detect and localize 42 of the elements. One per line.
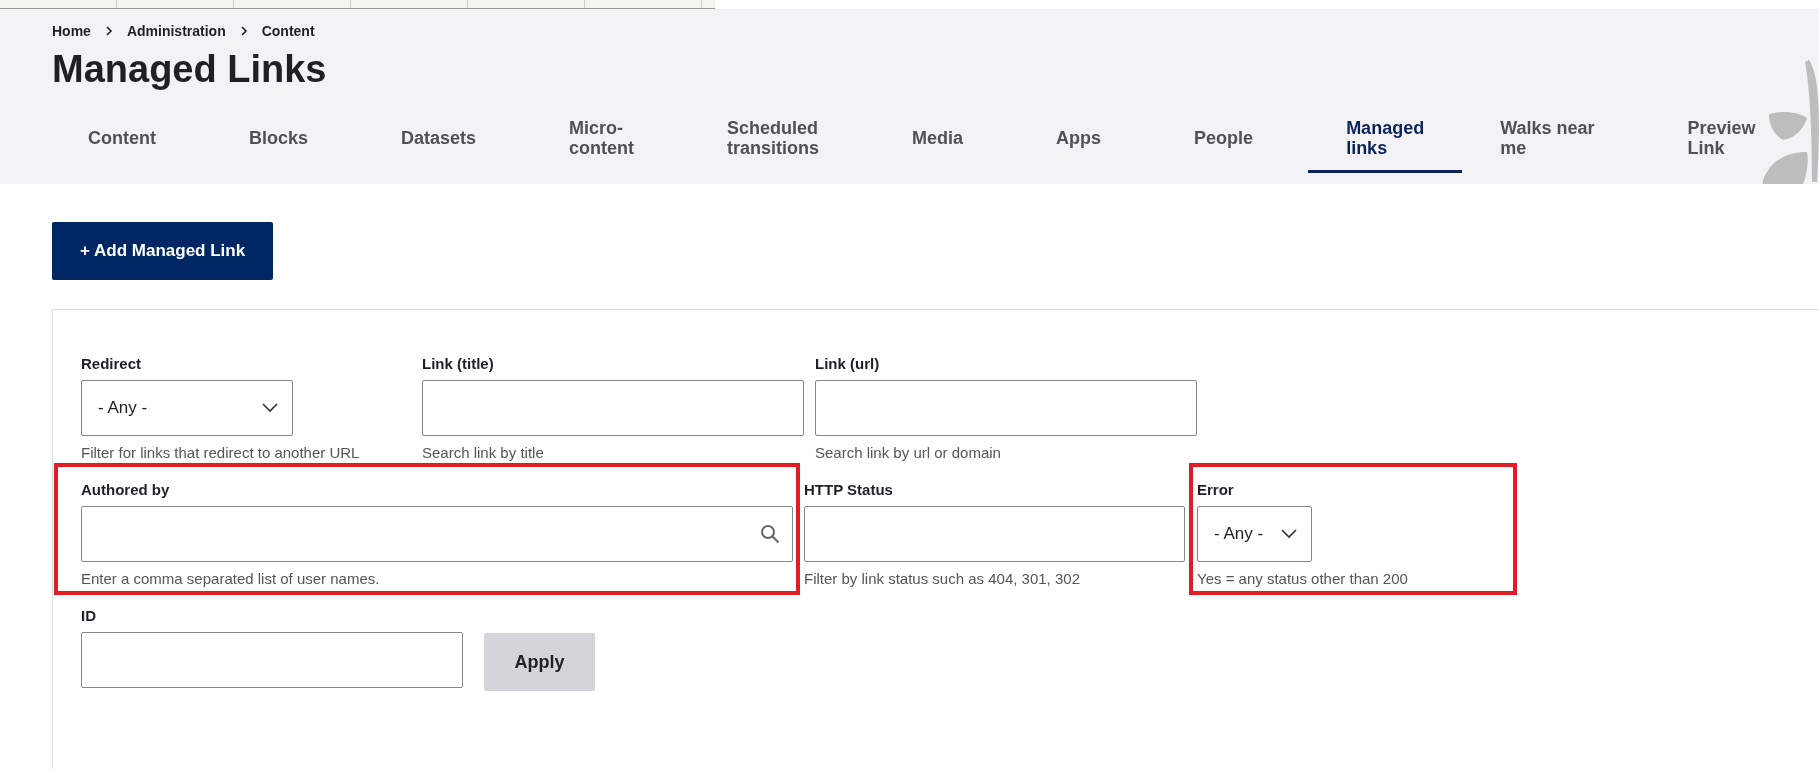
field-description: Yes = any status other than 200 — [1197, 570, 1409, 587]
nav-tab[interactable]: Blocks — [211, 112, 308, 173]
nav-tab[interactable]: Datasets — [363, 112, 477, 173]
field-description: Filter by link status such as 404, 301, 302 — [804, 570, 1081, 587]
apply-button[interactable]: Apply — [484, 633, 595, 691]
field-description: Enter a comma separated list of user names. — [81, 570, 381, 587]
page-title: Managed Links — [52, 49, 328, 91]
chevron-icon — [104, 26, 113, 36]
field-label: HTTP Status — [804, 481, 894, 498]
breadcrumb-link[interactable]: Home — [52, 23, 91, 39]
nav-tab[interactable]: Apps — [1018, 112, 1102, 173]
text-field[interactable] — [422, 380, 804, 436]
text-field[interactable] — [81, 632, 463, 688]
nav-tab[interactable]: Walks near me — [1462, 112, 1595, 173]
text-field[interactable] — [815, 380, 1197, 436]
nav-tab[interactable]: Preview Link — [1649, 112, 1756, 173]
field-label: Link (title) — [422, 355, 495, 372]
breadcrumb-link[interactable]: Content — [261, 23, 315, 39]
nav-tab[interactable]: Managed links — [1308, 112, 1463, 173]
field-description: Search link by title — [422, 444, 545, 461]
breadcrumb-link[interactable]: Administration — [126, 23, 226, 39]
field-description: Search link by url or domain — [815, 444, 1002, 461]
text-field[interactable] — [804, 506, 1185, 562]
field-label: Link (url) — [815, 355, 881, 372]
nav-tab[interactable]: Content — [50, 112, 156, 173]
field-label: Redirect — [81, 355, 143, 372]
nav-tab[interactable]: Media — [874, 112, 964, 173]
nav-tab[interactable]: People — [1156, 112, 1254, 173]
select-field[interactable]: - Any - — [81, 380, 293, 436]
chevron-down-icon — [262, 403, 278, 413]
field-label: Authored by — [81, 481, 171, 498]
field-label: ID — [81, 607, 97, 624]
search-field[interactable] — [81, 506, 793, 562]
chevron-down-icon — [1281, 529, 1297, 539]
field-description: Filter for links that redirect to another URL — [81, 444, 361, 461]
select-field[interactable]: - Any - — [1197, 506, 1312, 562]
nav-tab[interactable]: Micro- content — [531, 112, 635, 173]
search-icon — [760, 524, 780, 544]
chevron-icon — [239, 26, 248, 36]
nav-tab[interactable]: Scheduled transitions — [689, 112, 820, 173]
add-managed-link-button[interactable]: + Add Managed Link — [52, 222, 274, 280]
field-label: Error — [1197, 481, 1235, 498]
